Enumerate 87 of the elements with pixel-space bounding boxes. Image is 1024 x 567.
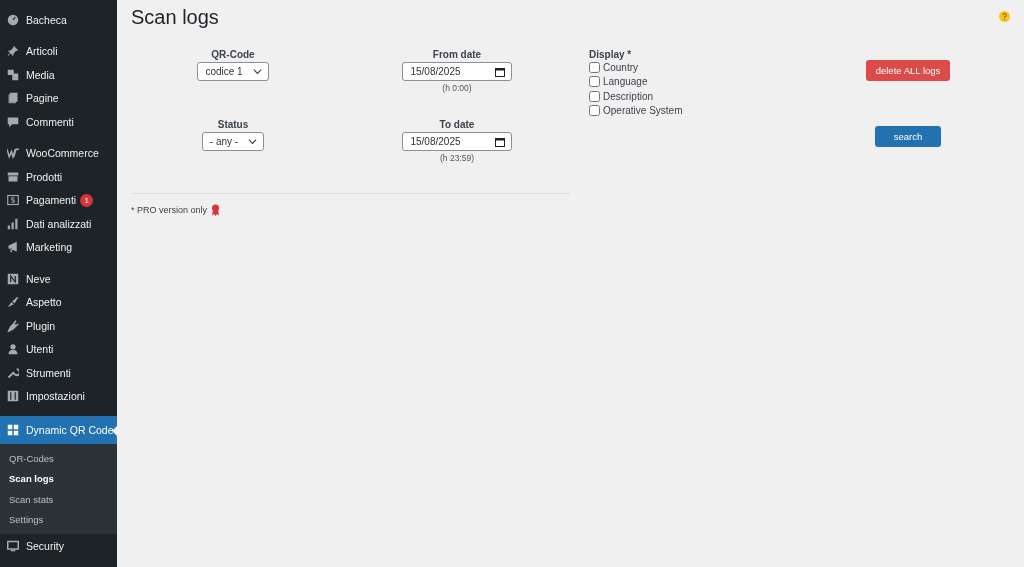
pin-icon xyxy=(7,45,19,58)
w-logo-icon xyxy=(7,147,19,160)
menu-item[interactable]: Utenti xyxy=(0,337,117,361)
menu-label: Impostazioni xyxy=(26,390,85,403)
page-title: Scan logs xyxy=(131,6,219,29)
menu-label: Media xyxy=(26,68,55,81)
menu-item[interactable]: WooCommerce xyxy=(0,141,117,165)
checkbox-label: Country xyxy=(603,61,638,73)
menu-item[interactable]: Strumenti xyxy=(0,361,117,385)
checkbox[interactable] xyxy=(589,105,600,117)
checkbox-label: Description xyxy=(603,90,654,102)
menu-label: Bacheca xyxy=(26,13,67,26)
menu-label: Articoli xyxy=(26,45,58,58)
menu-label: Prodotti xyxy=(26,170,63,183)
menu-item[interactable]: Bacheca xyxy=(0,8,117,32)
ribbon-icon xyxy=(211,204,221,216)
menu-item[interactable]: Prodotti xyxy=(0,165,117,189)
menu-label: Plugin xyxy=(26,319,56,332)
chevron-down-icon xyxy=(252,67,262,76)
monitor-icon xyxy=(7,539,19,552)
sliders-icon xyxy=(7,390,19,403)
checkbox[interactable] xyxy=(589,90,600,102)
media-icon xyxy=(7,68,19,81)
menu-item[interactable]: Articoli xyxy=(0,39,117,63)
pages-icon xyxy=(7,92,19,105)
gauge-icon xyxy=(7,13,19,26)
menu-item[interactable]: Impostazioni xyxy=(0,384,117,408)
user-icon xyxy=(7,343,19,356)
dollar-icon xyxy=(7,194,19,207)
submenu-item[interactable]: QR-Codes xyxy=(0,448,117,469)
menu-label: Aspetto xyxy=(26,296,62,309)
brush-icon xyxy=(7,296,19,309)
menu-item[interactable]: Commenti xyxy=(0,110,117,134)
menu-item[interactable]: Plugin xyxy=(0,314,117,338)
menu-label: Pagine xyxy=(26,92,59,105)
bar-chart-icon xyxy=(7,217,19,230)
time-hint: (h 23:59) xyxy=(440,153,474,163)
menu-item[interactable]: Media xyxy=(0,63,117,87)
submenu-item[interactable]: Settings xyxy=(0,509,117,530)
menu-item[interactable]: Security xyxy=(0,534,117,558)
n-logo-icon xyxy=(7,272,19,285)
menu-label: Commenti xyxy=(26,115,74,128)
count-badge: 1 xyxy=(80,193,94,207)
search-button[interactable]: search xyxy=(874,126,942,147)
megaphone-icon xyxy=(7,241,19,254)
box-icon xyxy=(7,170,19,183)
menu-label: Pagamenti xyxy=(26,194,77,207)
calendar-icon xyxy=(494,136,505,147)
menu-item[interactable]: Pagine xyxy=(0,86,117,110)
plug-icon xyxy=(7,319,19,332)
dropdown[interactable]: codice 1 xyxy=(197,62,269,81)
chevron-down-icon xyxy=(248,137,258,146)
field-label: Display * xyxy=(589,49,632,60)
menu-label: Dynamic QR Code xyxy=(26,424,114,436)
menu-label: Security xyxy=(26,539,64,552)
menu-item[interactable]: Dynamic QR Code xyxy=(0,416,117,444)
field-label: From date xyxy=(432,49,482,60)
field-label: Status xyxy=(217,119,249,130)
menu-label: WooCommerce xyxy=(26,147,99,160)
menu-item[interactable]: Dati analizzati xyxy=(0,212,117,236)
calendar-icon xyxy=(494,66,505,77)
date-field[interactable]: 15/08/2025 xyxy=(402,62,512,81)
menu-label: Neve xyxy=(26,272,51,285)
delete-button[interactable]: delete ALL logs xyxy=(865,60,951,81)
help-icon[interactable] xyxy=(999,11,1010,22)
field-label: To date xyxy=(439,119,475,130)
menu-label: Utenti xyxy=(26,343,54,356)
grid-icon xyxy=(7,424,19,436)
menu-item[interactable]: Neve xyxy=(0,267,117,291)
footnote: * PRO version only xyxy=(131,205,208,215)
time-hint: (h 0:00) xyxy=(442,83,472,93)
menu-item[interactable]: Aspetto xyxy=(0,290,117,314)
menu-label: Marketing xyxy=(26,241,73,254)
submenu-item[interactable]: Scan logs xyxy=(0,468,117,489)
dropdown[interactable]: - any - xyxy=(201,132,265,151)
menu-item[interactable]: Marketing xyxy=(0,235,117,259)
menu-label: Strumenti xyxy=(26,366,71,379)
checkbox-label: Language xyxy=(603,76,648,88)
checkbox[interactable] xyxy=(589,61,600,73)
checkbox[interactable] xyxy=(589,76,600,88)
comment-icon xyxy=(7,115,19,128)
menu-label: Dati analizzati xyxy=(26,217,92,230)
field-label: QR-Code xyxy=(211,49,255,60)
submenu-item[interactable]: Scan stats xyxy=(0,489,117,510)
menu-item[interactable]: Pagamenti 1 xyxy=(0,188,117,212)
date-field[interactable]: 15/08/2025 xyxy=(402,132,512,151)
checkbox-label: Operative System xyxy=(603,105,683,117)
